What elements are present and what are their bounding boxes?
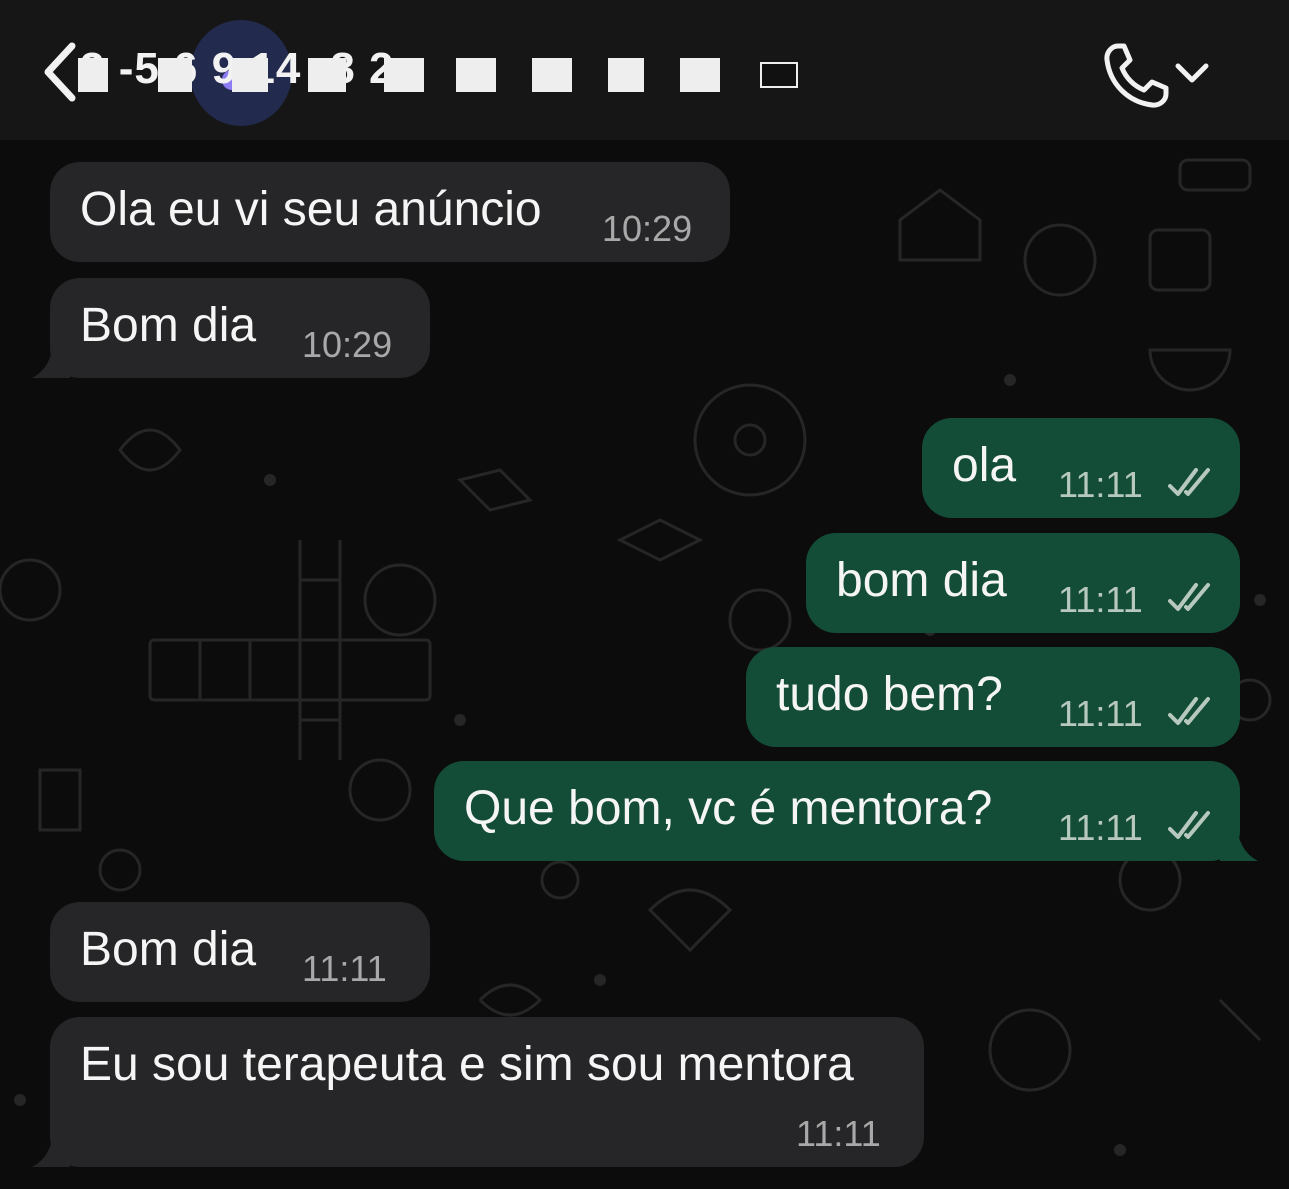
message-time: 10:29: [302, 324, 393, 365]
redaction-block: [608, 58, 644, 92]
message-bubble-outgoing[interactable]: Que bom, vc é mentora? 11:11: [434, 761, 1240, 861]
redaction-block: [232, 58, 268, 92]
message-bubble-incoming[interactable]: Bom dia 10:29: [50, 278, 430, 378]
read-receipt-icon: [1168, 468, 1210, 496]
chevron-left-icon[interactable]: [38, 40, 82, 104]
message-text: tudo bem?: [776, 668, 1003, 721]
message-time: 11:11: [1058, 807, 1143, 848]
read-receipt-icon: [1168, 811, 1210, 839]
redaction-block: [78, 58, 108, 92]
message-text: Que bom, vc é mentora?: [464, 782, 993, 835]
message-text: Bom dia: [80, 923, 257, 976]
message-time: 11:11: [1058, 464, 1143, 505]
bubble-tail: [32, 1127, 70, 1167]
redaction-block: [456, 58, 496, 92]
message-time: 11:11: [1058, 579, 1143, 620]
message-time: 11:11: [302, 948, 387, 989]
chat-header: 3 -5 6 9 14 -8 2: [0, 0, 1289, 140]
redaction-block: [680, 58, 720, 92]
message-bubble-outgoing[interactable]: ola 11:11: [922, 418, 1240, 518]
bubble-tail: [1220, 821, 1258, 861]
message-bubble-outgoing[interactable]: bom dia 11:11: [806, 533, 1240, 633]
bubble-tail: [32, 338, 70, 378]
message-text: ola: [952, 439, 1017, 492]
redaction-block: [158, 58, 192, 92]
message-time: 11:11: [796, 1113, 881, 1154]
message-bubble-incoming[interactable]: Ola eu vi seu anúncio 10:29: [50, 162, 730, 262]
redaction-block: [532, 58, 572, 92]
message-bubble-outgoing[interactable]: tudo bem? 11:11: [746, 647, 1240, 747]
message-text: bom dia: [836, 554, 1007, 607]
message-time: 10:29: [602, 208, 693, 249]
phone-icon[interactable]: [1100, 40, 1172, 112]
redaction-block: [760, 62, 798, 88]
message-text: Ola eu vi seu anúncio: [80, 183, 542, 236]
message-bubble-incoming[interactable]: Eu sou terapeuta e sim sou mentora 11:11: [50, 1017, 924, 1167]
redaction-block: [308, 58, 346, 92]
message-bubble-incoming[interactable]: Bom dia 11:11: [50, 902, 430, 1002]
read-receipt-icon: [1168, 697, 1210, 725]
message-text: Eu sou terapeuta e sim sou mentora: [80, 1038, 854, 1091]
redaction-block: [384, 58, 424, 92]
message-time: 11:11: [1058, 693, 1143, 734]
chevron-down-icon[interactable]: [1172, 58, 1212, 88]
read-receipt-icon: [1168, 583, 1210, 611]
message-text: Bom dia: [80, 299, 257, 352]
